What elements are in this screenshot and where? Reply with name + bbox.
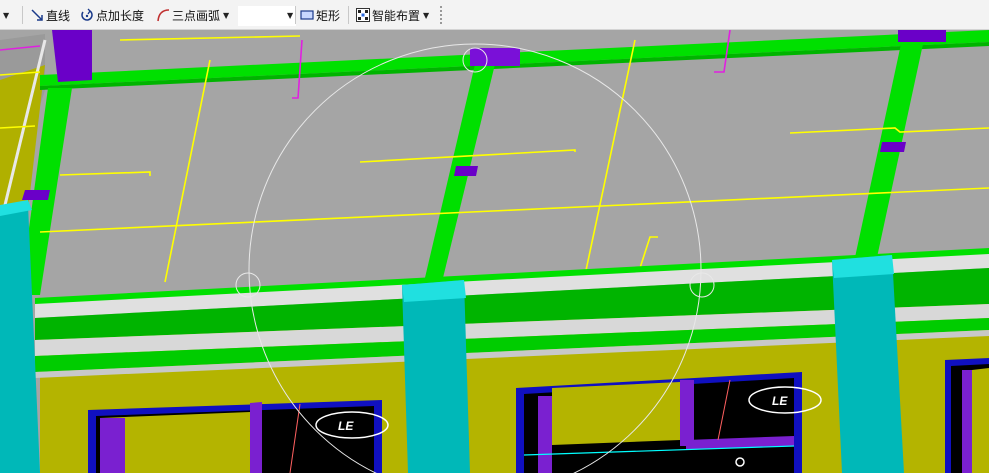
three-point-arc-label: 三点画弧 [172, 8, 221, 23]
smart-layout-label: 智能布置 [372, 8, 421, 23]
3d-model-viewport[interactable]: LE LE [0, 30, 989, 473]
dropdown-arrow-icon: ▼ [223, 10, 230, 20]
rectangle-icon [298, 6, 316, 24]
arc-mode-combo-arrow[interactable]: ▼ [284, 5, 293, 25]
grid-dots-icon [354, 6, 372, 24]
dropdown-arrow-icon: ▼ [3, 10, 10, 20]
window-frame-3 [945, 358, 989, 473]
toolbar-separator [295, 6, 296, 24]
rectangle-button[interactable]: 矩形 [298, 5, 340, 25]
window-frame-1 [88, 400, 389, 473]
purple-joint-left [22, 190, 50, 200]
model-canvas[interactable]: LE LE [0, 30, 989, 473]
purple-joint-top-right [898, 30, 946, 42]
window-label-2: LE [772, 394, 788, 408]
dropdown-arrow-icon: ▼ [423, 10, 430, 20]
dropdown-arrow-icon: ▼ [287, 10, 294, 20]
line-button[interactable]: 直线 [28, 5, 70, 25]
column-middle [402, 280, 470, 473]
purple-column-cap [52, 30, 92, 82]
toolbar-separator [348, 6, 349, 24]
arc-icon [154, 6, 172, 24]
purple-joint-top [470, 48, 520, 66]
purple-joint-mid [454, 166, 478, 176]
point-length-button[interactable]: 点加长度 [78, 5, 144, 25]
column-right [832, 255, 904, 473]
purple-joint-right [880, 142, 906, 152]
drawing-toolbar: ▼ 直线 点加长度 三点画弧 ▼ ▼ 矩形 智能布置 ▼ [0, 0, 989, 30]
circular-arrow-icon [78, 6, 96, 24]
line-label: 直线 [46, 8, 71, 23]
toolbar-separator [22, 6, 23, 24]
point-length-label: 点加长度 [96, 8, 145, 23]
toolbar-grip [440, 6, 442, 24]
rectangle-label: 矩形 [316, 8, 341, 23]
three-point-arc-button[interactable]: 三点画弧 ▼ [154, 5, 229, 25]
cut-dropdown[interactable]: ▼ [0, 5, 9, 25]
window-label-1: LE [338, 419, 354, 433]
smart-layout-button[interactable]: 智能布置 ▼ [354, 5, 429, 25]
diagonal-arrow-icon [28, 6, 46, 24]
